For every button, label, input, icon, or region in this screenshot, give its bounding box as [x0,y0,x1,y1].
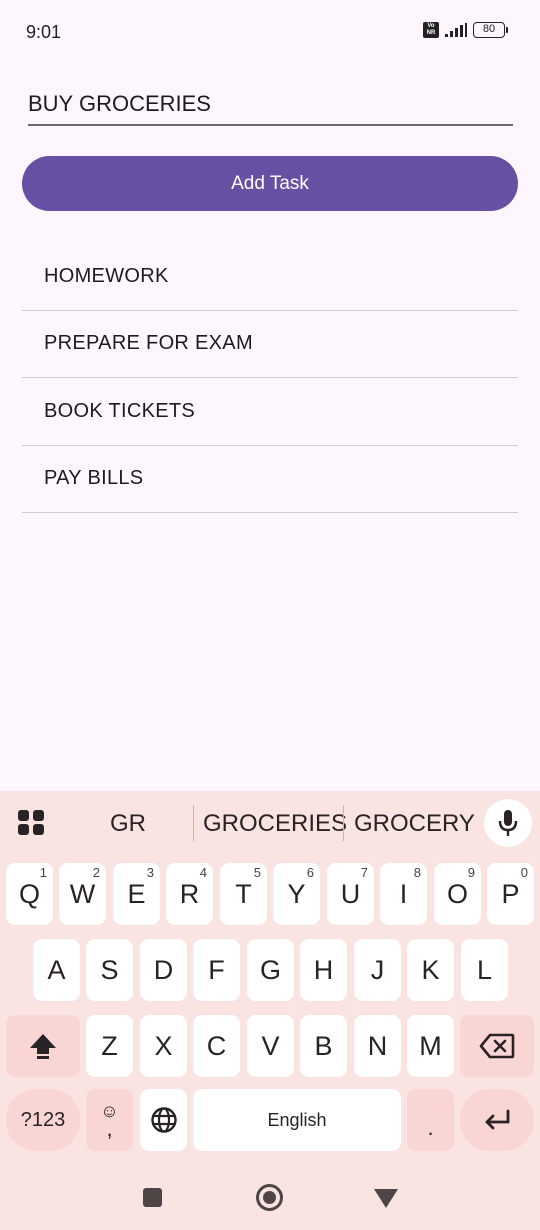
backspace-key[interactable] [460,1015,534,1077]
key-u[interactable]: U7 [327,863,374,925]
enter-key[interactable] [460,1089,534,1151]
recents-icon[interactable] [143,1188,162,1207]
space-key[interactable]: English [193,1089,401,1151]
key-l[interactable]: L [461,939,508,1001]
key-e[interactable]: E3 [113,863,160,925]
key-s[interactable]: S [86,939,133,1001]
key-m[interactable]: M [407,1015,454,1077]
status-icons: Vo NR 80 [423,22,508,38]
suggestion-divider [343,805,344,841]
key-i[interactable]: I8 [380,863,427,925]
key-h[interactable]: H [300,939,347,1001]
task-item[interactable]: PAY BILLS [22,446,518,513]
key-k[interactable]: K [407,939,454,1001]
status-bar: 9:01 Vo NR 80 [0,0,540,64]
key-q[interactable]: Q1 [6,863,53,925]
suggestion-divider [193,805,194,841]
apps-grid-icon[interactable] [18,810,46,836]
shift-icon [30,1034,56,1059]
mic-icon [498,810,518,836]
shift-key[interactable] [6,1015,80,1077]
globe-icon [150,1107,177,1133]
task-item[interactable]: PREPARE FOR EXAM [22,311,518,378]
period-key[interactable]: . [407,1089,454,1151]
key-z[interactable]: Z [86,1015,133,1077]
emoji-comma-key[interactable]: ☺ , [86,1089,133,1151]
key-d[interactable]: D [140,939,187,1001]
key-a[interactable]: A [33,939,80,1001]
signal-icon [445,23,467,37]
key-c[interactable]: C [193,1015,240,1077]
key-v[interactable]: V [247,1015,294,1077]
home-icon[interactable] [256,1184,283,1211]
key-j[interactable]: J [354,939,401,1001]
key-f[interactable]: F [193,939,240,1001]
language-key[interactable] [140,1089,187,1151]
task-list: HOMEWORK PREPARE FOR EXAM BOOK TICKETS P… [22,243,518,513]
key-r[interactable]: R4 [166,863,213,925]
key-t[interactable]: T5 [220,863,267,925]
suggestion-bar: GR GROCERIES GROCERY [0,791,540,855]
volte-icon: Vo NR [423,22,439,38]
key-x[interactable]: X [140,1015,187,1077]
task-item[interactable]: HOMEWORK [22,243,518,311]
task-input[interactable] [28,86,513,122]
enter-icon [485,1109,510,1130]
suggestion-1[interactable]: GR [110,809,146,839]
key-p[interactable]: P0 [487,863,534,925]
back-icon[interactable] [374,1189,398,1208]
status-time: 9:01 [26,22,62,42]
suggestion-3[interactable]: GROCERY [354,809,475,839]
suggestion-2[interactable]: GROCERIES [203,809,347,839]
comma-label: , [106,1116,113,1141]
key-n[interactable]: N [354,1015,401,1077]
navigation-bar [0,1165,540,1230]
key-y[interactable]: Y6 [273,863,320,925]
task-input-container [28,86,513,126]
key-o[interactable]: O9 [434,863,481,925]
battery-icon: 80 [473,22,508,38]
backspace-icon [479,1033,515,1059]
add-task-button[interactable]: Add Task [22,156,518,211]
key-g[interactable]: G [247,939,294,1001]
battery-level: 80 [473,22,505,38]
key-b[interactable]: B [300,1015,347,1077]
mic-button[interactable] [484,799,532,847]
key-w[interactable]: W2 [59,863,106,925]
symbols-key[interactable]: ?123 [6,1089,80,1151]
task-item[interactable]: BOOK TICKETS [22,378,518,446]
